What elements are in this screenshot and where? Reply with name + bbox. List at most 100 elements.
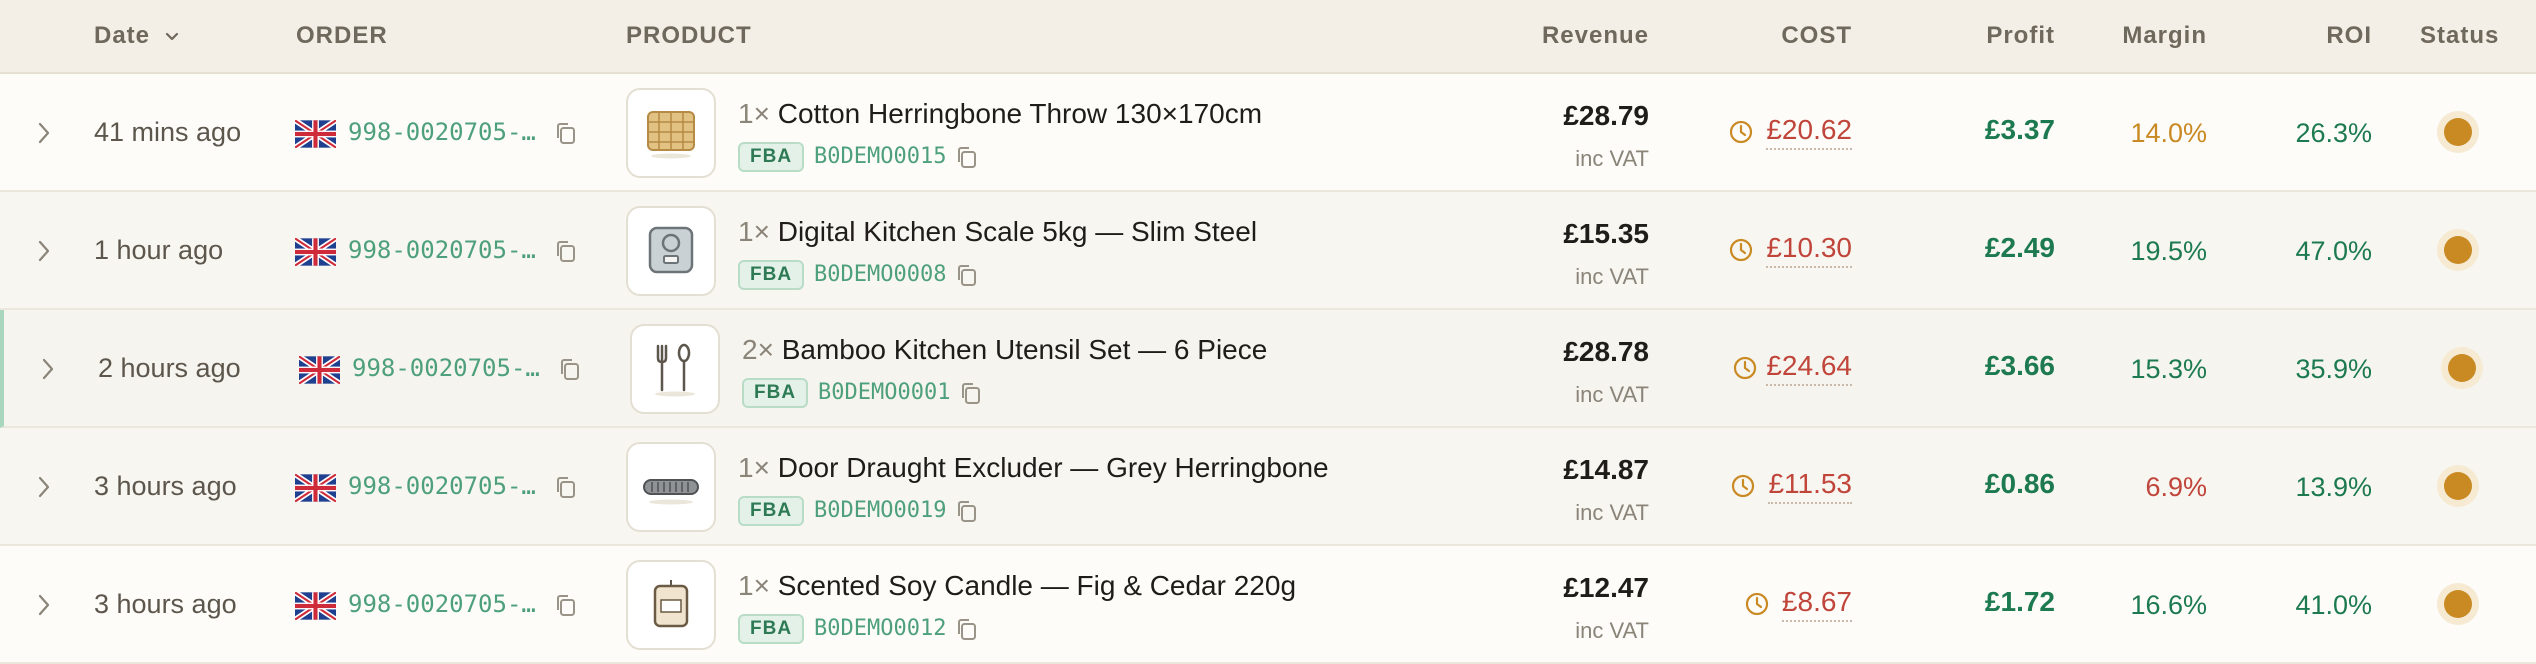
revenue-value: £12.47 [1563, 572, 1649, 603]
asin-link[interactable]: B0DEMO0008 [814, 262, 946, 287]
profit-header[interactable]: Profit [1986, 22, 2055, 50]
cost-value[interactable]: £10.30 [1766, 232, 1852, 268]
revenue-value: £14.87 [1563, 454, 1649, 485]
order-id-link[interactable]: 998-0020705-… [348, 472, 536, 500]
asin-link[interactable]: B0DEMO0012 [814, 616, 946, 641]
status-dot-icon [2444, 118, 2472, 146]
status-indicator[interactable] [2437, 583, 2479, 625]
status-indicator[interactable] [2437, 111, 2479, 153]
product-title[interactable]: 1× Digital Kitchen Scale 5kg — Slim Stee… [738, 216, 1257, 248]
revenue-header[interactable]: Revenue [1542, 22, 1649, 50]
revenue-value: £28.79 [1563, 100, 1649, 131]
clock-icon [1732, 474, 1755, 498]
copy-order-id-icon[interactable] [554, 593, 578, 619]
chevron-right-icon [42, 358, 54, 380]
chevron-right-icon [38, 594, 50, 616]
copy-order-id-icon[interactable] [554, 239, 578, 265]
status-dot-icon [2444, 590, 2472, 618]
revenue-value: £28.78 [1563, 336, 1649, 367]
roi-value: 35.9% [2295, 354, 2372, 384]
expand-row-button[interactable] [32, 118, 56, 148]
profit-value: £3.66 [1984, 350, 2055, 381]
chevron-down-icon [165, 32, 178, 40]
order-id-link[interactable]: 998-0020705-… [348, 118, 536, 146]
status-indicator[interactable] [2437, 229, 2479, 271]
draught-excluder-icon [643, 479, 699, 505]
copy-asin-icon[interactable] [955, 145, 979, 171]
profit-value: £0.86 [1984, 468, 2055, 499]
product-header[interactable]: PRODUCT [626, 22, 752, 50]
margin-value: 6.9% [2145, 472, 2207, 502]
fba-badge: FBA [738, 260, 805, 290]
cost-header[interactable]: COST [1781, 22, 1852, 50]
product-thumbnail[interactable] [626, 88, 716, 178]
revenue-value: £15.35 [1563, 218, 1649, 249]
uk-flag-icon [295, 120, 336, 148]
table-row[interactable]: 2 hours ago 998-0020705-… 2× Bamboo Kitc… [0, 310, 2536, 428]
throw-blanket-icon [647, 111, 695, 159]
chevron-right-icon [38, 476, 50, 498]
table-row[interactable]: 3 hours ago 998-0020705-… 1× Scented Soy… [0, 546, 2536, 664]
order-header[interactable]: ORDER [296, 22, 388, 50]
table-row[interactable]: 41 mins ago 998-0020705-… 1× Cotton Herr… [0, 74, 2536, 192]
profit-value: £2.49 [1984, 232, 2055, 263]
status-dot-icon [2444, 236, 2472, 264]
asin-link[interactable]: B0DEMO0001 [818, 380, 950, 405]
orders-table: Date ORDER PRODUCT Revenue COST Profit M… [0, 0, 2536, 664]
product-thumbnail[interactable] [626, 560, 716, 650]
order-date: 3 hours ago [94, 471, 237, 501]
profit-value: £1.72 [1984, 586, 2055, 617]
date-sort-header[interactable]: Date [94, 22, 180, 50]
product-thumbnail[interactable] [630, 324, 720, 414]
roi-value: 47.0% [2295, 236, 2372, 266]
status-indicator[interactable] [2437, 465, 2479, 507]
fba-badge: FBA [738, 614, 805, 644]
inc-vat-note: inc VAT [1575, 382, 1649, 407]
copy-asin-icon[interactable] [955, 499, 979, 525]
copy-order-id-icon[interactable] [554, 121, 578, 147]
cost-value[interactable]: £8.67 [1781, 586, 1852, 622]
product-name: Bamboo Kitchen Utensil Set — 6 Piece [781, 334, 1268, 365]
status-indicator[interactable] [2441, 347, 2483, 389]
product-title[interactable]: 1× Scented Soy Candle — Fig & Cedar 220g [738, 570, 1296, 602]
order-id-link[interactable]: 998-0020705-… [348, 590, 536, 618]
roi-value: 13.9% [2295, 472, 2372, 502]
order-id-link[interactable]: 998-0020705-… [348, 236, 536, 264]
order-date: 2 hours ago [98, 353, 241, 383]
product-name: Scented Soy Candle — Fig & Cedar 220g [777, 570, 1297, 601]
asin-link[interactable]: B0DEMO0019 [814, 498, 946, 523]
expand-row-button[interactable] [32, 590, 56, 620]
fba-badge: FBA [738, 496, 805, 526]
expand-row-button[interactable] [32, 236, 56, 266]
product-quantity: 1× [738, 216, 770, 247]
margin-header[interactable]: Margin [2122, 22, 2207, 50]
inc-vat-note: inc VAT [1575, 264, 1649, 289]
copy-asin-icon[interactable] [955, 263, 979, 289]
uk-flag-icon [295, 592, 336, 620]
roi-header[interactable]: ROI [2326, 22, 2372, 50]
asin-link[interactable]: B0DEMO0015 [814, 144, 946, 169]
copy-asin-icon[interactable] [955, 617, 979, 643]
order-id-link[interactable]: 998-0020705-… [352, 354, 540, 382]
product-title[interactable]: 2× Bamboo Kitchen Utensil Set — 6 Piece [742, 334, 1267, 366]
product-thumbnail[interactable] [626, 442, 716, 532]
product-thumbnail[interactable] [626, 206, 716, 296]
fba-badge: FBA [742, 378, 809, 408]
status-header[interactable]: Status [2420, 22, 2499, 50]
table-row[interactable]: 1 hour ago 998-0020705-… 1× Digital Kitc… [0, 192, 2536, 310]
cost-value[interactable]: £11.53 [1768, 468, 1852, 504]
copy-asin-icon[interactable] [959, 381, 983, 407]
product-quantity: 1× [738, 452, 770, 483]
expand-row-button[interactable] [36, 354, 60, 384]
cost-value[interactable]: £20.62 [1766, 114, 1852, 150]
expand-row-button[interactable] [32, 472, 56, 502]
copy-order-id-icon[interactable] [558, 357, 582, 383]
uk-flag-icon [295, 238, 336, 266]
table-row[interactable]: 3 hours ago 998-0020705-… 1× Door Draugh… [0, 428, 2536, 546]
copy-order-id-icon[interactable] [554, 475, 578, 501]
product-title[interactable]: 1× Door Draught Excluder — Grey Herringb… [738, 452, 1329, 484]
roi-value: 26.3% [2295, 118, 2372, 148]
cost-value[interactable]: £24.64 [1766, 350, 1852, 386]
chevron-right-icon [38, 240, 50, 262]
product-title[interactable]: 1× Cotton Herringbone Throw 130×170cm [738, 98, 1262, 130]
